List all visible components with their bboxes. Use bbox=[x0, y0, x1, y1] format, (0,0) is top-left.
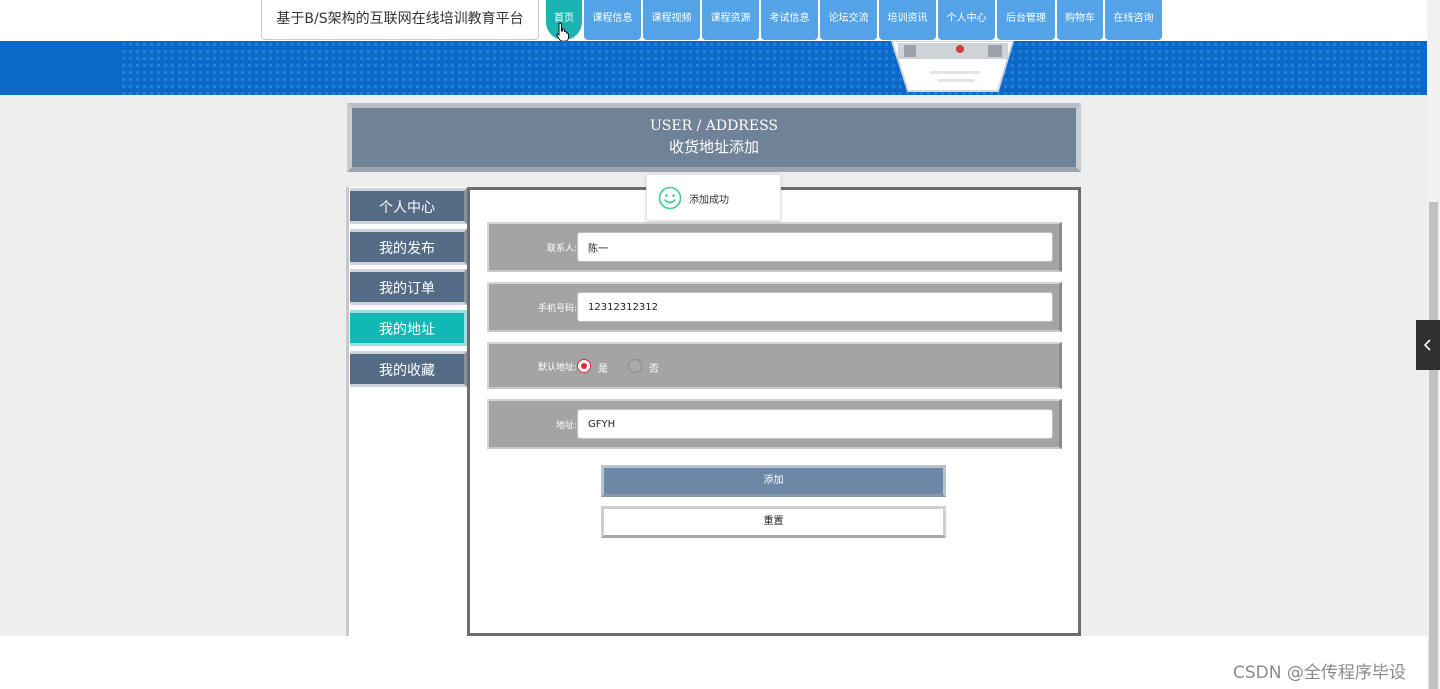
watermark: CSDN @全传程序毕设 bbox=[1233, 663, 1406, 683]
user-sidebar: 个人中心 我的发布 我的订单 我的地址 我的收藏 bbox=[346, 187, 468, 636]
chevron-left-icon bbox=[1423, 339, 1431, 351]
banner-image bbox=[890, 41, 1015, 92]
contact-row: 联系人: bbox=[487, 222, 1062, 272]
contact-label: 联系人: bbox=[546, 244, 577, 254]
section-title-cn: 收货地址添加 bbox=[668, 138, 759, 156]
sidebar-item-my-favorites[interactable]: 我的收藏 bbox=[350, 351, 467, 387]
section-header: USER / ADDRESS 收货地址添加 bbox=[347, 103, 1081, 172]
phone-row: 手机号码: bbox=[487, 282, 1062, 332]
nav-forum[interactable]: 论坛交流 bbox=[820, 0, 877, 40]
default-yes-radio[interactable] bbox=[577, 359, 591, 373]
address-label: 地址: bbox=[555, 421, 577, 431]
nav-cart[interactable]: 购物车 bbox=[1057, 0, 1103, 40]
default-yes-label: 是 bbox=[598, 364, 608, 375]
scrollbar-thumb[interactable] bbox=[1429, 202, 1438, 689]
phone-input[interactable] bbox=[577, 292, 1053, 322]
nav-admin[interactable]: 后台管理 bbox=[997, 0, 1055, 40]
reset-button[interactable]: 重置 bbox=[601, 506, 946, 538]
phone-label: 手机号码: bbox=[537, 304, 577, 314]
add-button[interactable]: 添加 bbox=[601, 465, 946, 497]
sidebar-item-my-posts[interactable]: 我的发布 bbox=[350, 229, 467, 265]
top-nav-bar: 基于B/S架构的互联网在线培训教育平台 首页 课程信息 课程视频 课程资源 考试… bbox=[0, 0, 1427, 42]
toast-message: 添加成功 bbox=[689, 195, 729, 206]
default-no-label: 否 bbox=[649, 364, 659, 375]
address-row: 地址: bbox=[487, 399, 1062, 449]
world-map-pattern bbox=[120, 41, 1420, 95]
sidebar-item-personal-center[interactable]: 个人中心 bbox=[350, 188, 467, 224]
default-no-radio[interactable] bbox=[628, 359, 642, 373]
nav-course-video[interactable]: 课程视频 bbox=[643, 0, 700, 40]
nav-online-consult[interactable]: 在线咨询 bbox=[1105, 0, 1162, 40]
nav-course-resources[interactable]: 课程资源 bbox=[702, 0, 759, 40]
main-nav: 首页 课程信息 课程视频 课程资源 考试信息 论坛交流 培训资讯 个人中心 后台… bbox=[546, 0, 1164, 40]
nav-exam-info[interactable]: 考试信息 bbox=[761, 0, 818, 40]
sidebar-item-my-orders[interactable]: 我的订单 bbox=[350, 269, 467, 305]
contact-input[interactable] bbox=[577, 232, 1053, 262]
address-input[interactable] bbox=[577, 409, 1053, 439]
site-title[interactable]: 基于B/S架构的互联网在线培训教育平台 bbox=[261, 0, 539, 40]
banner bbox=[0, 41, 1427, 95]
nav-course-info[interactable]: 课程信息 bbox=[584, 0, 641, 40]
side-panel-toggle[interactable] bbox=[1416, 320, 1440, 370]
success-toast: 添加成功 bbox=[646, 174, 781, 221]
section-title-en: USER / ADDRESS bbox=[649, 118, 779, 134]
nav-training-news[interactable]: 培训资讯 bbox=[879, 0, 936, 40]
default-address-label: 默认地址: bbox=[537, 363, 577, 373]
hand-cursor-icon bbox=[556, 22, 569, 42]
default-address-row: 默认地址: 是 否 bbox=[487, 342, 1062, 389]
smile-icon bbox=[658, 186, 682, 210]
sidebar-item-my-address[interactable]: 我的地址 bbox=[350, 310, 467, 346]
nav-personal-center[interactable]: 个人中心 bbox=[938, 0, 995, 40]
